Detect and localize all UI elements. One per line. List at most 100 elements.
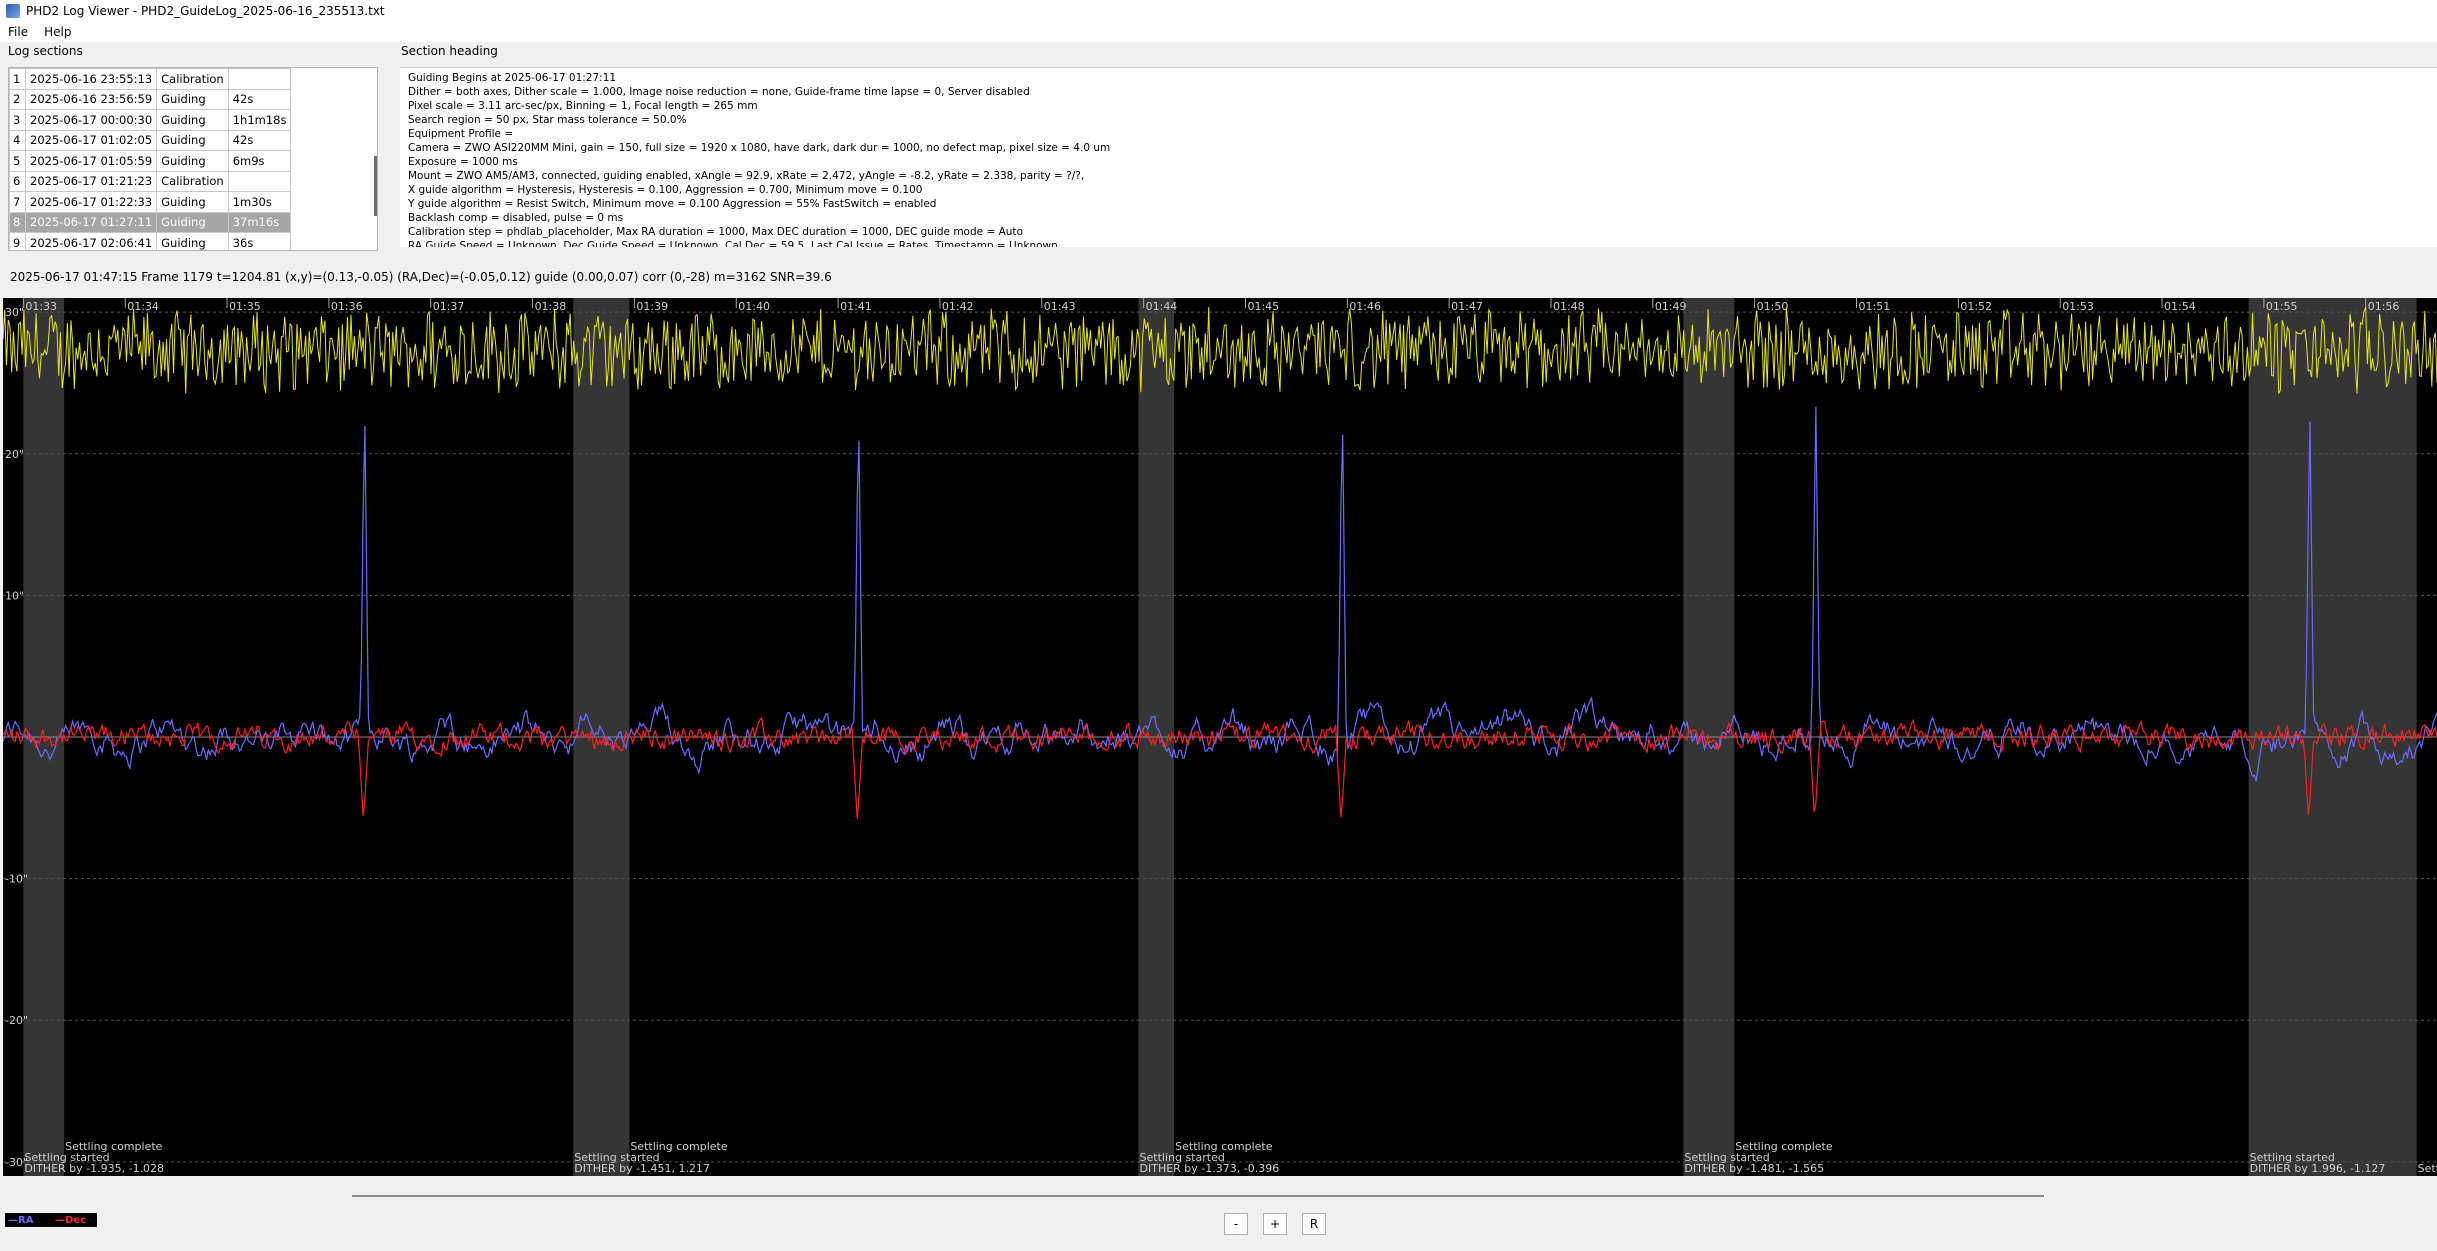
title-bar: PHD2 Log Viewer - PHD2_GuideLog_2025-06-… xyxy=(0,0,2437,22)
x-tick-label: 01:51 xyxy=(1859,300,1891,313)
graph-annotation: DITHER by -1.481, -1.565 xyxy=(1684,1162,1824,1175)
graph-annotation: DITHER by -1.373, -0.396 xyxy=(1140,1162,1280,1175)
x-tick-label: 01:46 xyxy=(1349,300,1381,313)
log-section-row[interactable]: 4 2025-06-17 01:02:05 Guiding 42s xyxy=(9,129,292,151)
log-sections-scrollbar[interactable] xyxy=(369,148,377,218)
graph-annotation: DITHER by -1.935, -1.028 xyxy=(24,1162,164,1175)
scrollbar-thumb[interactable] xyxy=(374,156,377,216)
zoom-out-button[interactable]: - xyxy=(1224,1213,1248,1235)
x-tick-label: 01:39 xyxy=(636,300,668,313)
row-start-time: 2025-06-17 02:06:41 xyxy=(24,232,158,250)
x-tick-label: 01:43 xyxy=(1044,300,1076,313)
heading-line: RA Guide Speed = Unknown, Dec Guide Spee… xyxy=(408,240,1058,247)
x-tick-label: 01:56 xyxy=(2368,300,2400,313)
log-sections-title: Log sections xyxy=(8,44,83,58)
row-type: Guiding xyxy=(156,88,229,110)
row-index: 6 xyxy=(9,170,26,192)
heading-line: Guiding Begins at 2025-06-17 01:27:11 xyxy=(408,72,617,84)
x-tick-label: 01:37 xyxy=(433,300,465,313)
row-start-time: 2025-06-17 01:05:59 xyxy=(24,150,158,172)
row-type: Calibration xyxy=(156,68,229,90)
row-type: Calibration xyxy=(156,170,229,192)
row-index: 8 xyxy=(9,211,26,233)
y-tick-label: 30" xyxy=(5,306,24,319)
x-tick-label: 01:52 xyxy=(1960,300,1992,313)
heading-line: Mount = ZWO AM5/AM3, connected, guiding … xyxy=(408,170,1085,182)
heading-line: Y guide algorithm = Resist Switch, Minim… xyxy=(408,198,937,210)
row-index: 9 xyxy=(9,232,26,250)
x-tick-label: 01:54 xyxy=(2164,300,2196,313)
section-heading-title: Section heading xyxy=(401,44,498,58)
x-tick-label: 01:33 xyxy=(25,300,57,313)
heading-line: Calibration step = phdlab_placeholder, M… xyxy=(408,226,1023,238)
graph-legend: —RA —Dec xyxy=(5,1213,97,1227)
x-tick-label: 01:53 xyxy=(2062,300,2094,313)
row-duration: 37m16s xyxy=(227,211,292,233)
row-start-time: 2025-06-17 01:27:11 xyxy=(24,211,158,233)
app-icon xyxy=(6,4,20,18)
x-tick-label: 01:49 xyxy=(1655,300,1687,313)
x-tick-label: 01:40 xyxy=(738,300,770,313)
log-section-row[interactable]: 8 2025-06-17 01:27:11 Guiding 37m16s xyxy=(9,211,292,233)
x-tick-label: 01:34 xyxy=(127,300,159,313)
reset-button[interactable]: R xyxy=(1302,1213,1326,1235)
log-sections-table: 1 2025-06-16 23:55:13 Calibration 2 2025-06-… xyxy=(8,67,378,251)
graph-annotation: Settling complete xyxy=(2418,1162,2437,1175)
x-tick-label: 01:48 xyxy=(1553,300,1585,313)
log-section-row[interactable]: 1 2025-06-16 23:55:13 Calibration xyxy=(9,68,292,90)
row-duration: 42s xyxy=(227,129,292,151)
log-section-row[interactable]: 9 2025-06-17 02:06:41 Guiding 36s xyxy=(9,232,292,250)
heading-line: Backlash comp = disabled, pulse = 0 ms xyxy=(408,212,624,224)
log-section-row[interactable]: 2 2025-06-16 23:56:59 Guiding 42s xyxy=(9,88,292,110)
row-duration: 6m9s xyxy=(227,150,292,172)
guide-graph[interactable]: 01:33 01:34 01:35 01:36 01:37 01:38 01:39 01:40… xyxy=(3,298,2437,1176)
row-type: Guiding xyxy=(156,191,229,213)
row-duration xyxy=(227,170,292,192)
row-type: Guiding xyxy=(156,211,229,233)
row-type: Guiding xyxy=(156,150,229,172)
legend-dec: —Dec xyxy=(55,1214,87,1226)
log-section-row[interactable]: 3 2025-06-17 00:00:30 Guiding 1h1m18s xyxy=(9,109,292,131)
y-tick-label: -20" xyxy=(5,1014,28,1027)
y-tick-label: 10" xyxy=(5,589,24,602)
ra-series-line xyxy=(3,406,2437,782)
row-duration: 1h1m18s xyxy=(227,109,292,131)
section-heading-panel: Guiding Begins at 2025-06-17 01:27:11 Dit… xyxy=(400,67,2437,247)
log-section-row[interactable]: 6 2025-06-17 01:21:23 Calibration xyxy=(9,170,292,192)
heading-line: Pixel scale = 3.11 arc-sec/px, Binning =… xyxy=(408,100,758,112)
heading-line: Camera = ZWO ASI220MM Mini, gain = 150, … xyxy=(408,142,1111,154)
row-start-time: 2025-06-17 01:02:05 xyxy=(24,129,158,151)
window-title: PHD2 Log Viewer - PHD2_GuideLog_2025-06-… xyxy=(26,4,385,18)
row-start-time: 2025-06-16 23:56:59 xyxy=(24,88,158,110)
row-type: Guiding xyxy=(156,109,229,131)
row-duration: 1m30s xyxy=(227,191,292,213)
x-tick-label: 01:47 xyxy=(1451,300,1483,313)
row-start-time: 2025-06-16 23:55:13 xyxy=(24,68,158,90)
x-tick-label: 01:38 xyxy=(535,300,567,313)
log-section-row[interactable]: 5 2025-06-17 01:05:59 Guiding 6m9s xyxy=(9,150,292,172)
x-tick-label: 01:50 xyxy=(1757,300,1789,313)
row-index: 5 xyxy=(9,150,26,172)
row-start-time: 2025-06-17 01:21:23 xyxy=(24,170,158,192)
status-line: 2025-06-17 01:47:15 Frame 1179 t=1204.81… xyxy=(10,270,832,284)
heading-line: Dither = both axes, Dither scale = 1.000… xyxy=(408,86,1030,98)
heading-line: Search region = 50 px, Star mass toleran… xyxy=(408,114,687,126)
row-index: 2 xyxy=(9,88,26,110)
row-duration xyxy=(227,68,292,90)
x-tick-label: 01:36 xyxy=(331,300,363,313)
mass-series-line xyxy=(3,306,2437,394)
heading-line: Equipment Profile = xyxy=(408,128,514,140)
x-tick-label: 01:55 xyxy=(2266,300,2298,313)
timeline-slider[interactable] xyxy=(352,1195,2044,1197)
legend-ra: —RA xyxy=(8,1214,34,1226)
graph-annotation: DITHER by 1.996, -1.127 xyxy=(2250,1162,2386,1175)
row-start-time: 2025-06-17 01:22:33 xyxy=(24,191,158,213)
zoom-in-button[interactable]: + xyxy=(1263,1213,1287,1235)
menu-help[interactable]: Help xyxy=(36,25,79,39)
row-type: Guiding xyxy=(156,232,229,250)
x-tick-label: 01:35 xyxy=(229,300,261,313)
row-index: 1 xyxy=(9,68,26,90)
menu-file[interactable]: File xyxy=(0,25,36,39)
heading-line: Exposure = 1000 ms xyxy=(408,156,518,168)
log-section-row[interactable]: 7 2025-06-17 01:22:33 Guiding 1m30s xyxy=(9,191,292,213)
